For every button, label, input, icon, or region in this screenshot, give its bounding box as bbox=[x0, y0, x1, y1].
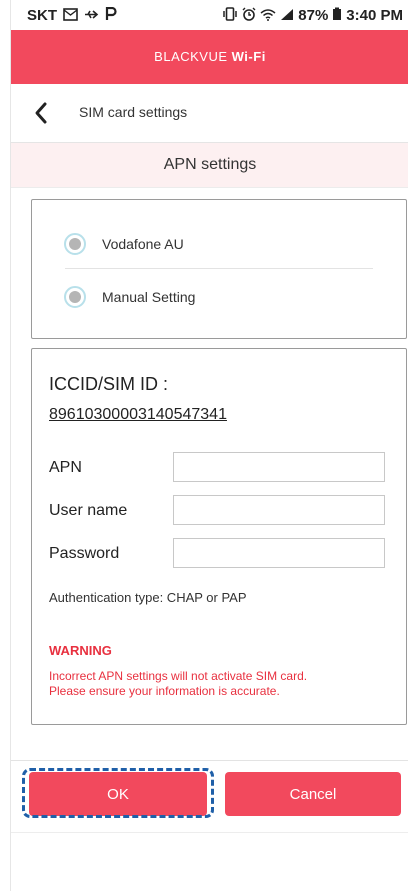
radio-button[interactable] bbox=[64, 286, 86, 308]
nav-bar: SIM card settings bbox=[11, 84, 408, 143]
apn-label: APN bbox=[49, 459, 82, 476]
username-input[interactable] bbox=[173, 495, 385, 525]
bottom-area bbox=[11, 832, 408, 892]
app-title-wifi: Wi-Fi bbox=[231, 49, 266, 64]
screen-frame bbox=[0, 0, 10, 891]
carrier-label: SKT bbox=[27, 7, 57, 24]
sim-details-box: ICCID/SIM ID : 89610300003140547341 APN … bbox=[31, 348, 407, 725]
radio-dot bbox=[69, 291, 81, 303]
p-icon bbox=[105, 6, 117, 24]
page-title: SIM card settings bbox=[79, 104, 188, 120]
iccid-label: ICCID/SIM ID : bbox=[49, 374, 169, 394]
signal-icon bbox=[280, 8, 294, 24]
status-bar: SKT 87% 3:40 PM bbox=[11, 0, 408, 30]
apn-option-label: Vodafone AU bbox=[102, 236, 184, 252]
app-title-brand: BLACKVUE bbox=[154, 49, 232, 64]
back-button[interactable] bbox=[29, 98, 55, 128]
chevron-left-icon bbox=[35, 102, 47, 124]
section-title: APN settings bbox=[163, 156, 257, 173]
apn-options-box: Vodafone AU Manual Setting bbox=[31, 199, 407, 339]
apn-input[interactable] bbox=[173, 452, 385, 482]
warning-title: WARNING bbox=[49, 643, 112, 658]
status-right: 87% 3:40 PM bbox=[222, 7, 403, 24]
radio-dot bbox=[69, 238, 81, 250]
username-label: User name bbox=[49, 502, 128, 519]
warning-text: Incorrect APN settings will not activate… bbox=[49, 669, 389, 699]
app-header: BLACKVUE Wi-Fi bbox=[11, 30, 408, 84]
warning-line-1: Incorrect APN settings will not activate… bbox=[49, 669, 308, 683]
usb-icon bbox=[84, 8, 99, 24]
battery-icon bbox=[332, 7, 342, 24]
battery-percent: 87% bbox=[298, 7, 329, 24]
alarm-icon bbox=[242, 7, 256, 24]
app-title: BLACKVUE Wi-Fi bbox=[11, 49, 408, 64]
status-left: SKT bbox=[27, 6, 117, 24]
apn-option-vodafone[interactable]: Vodafone AU bbox=[64, 226, 184, 262]
radio-button[interactable] bbox=[64, 233, 86, 255]
ok-button[interactable]: OK bbox=[29, 772, 207, 816]
iccid-value: 89610300003140547341 bbox=[49, 406, 227, 423]
apn-section-header: APN settings bbox=[11, 143, 408, 188]
apn-option-manual[interactable]: Manual Setting bbox=[64, 279, 195, 315]
password-input[interactable] bbox=[173, 538, 385, 568]
auth-type-text: Authentication type: CHAP or PAP bbox=[49, 590, 247, 605]
cancel-button[interactable]: Cancel bbox=[225, 772, 401, 816]
wifi-icon bbox=[260, 8, 276, 24]
vibrate-icon bbox=[222, 7, 238, 24]
warning-line-2: Please ensure your information is accura… bbox=[49, 684, 280, 698]
app-window: SKT 87% 3:40 PM BLACKVUE Wi-Fi SIM card … bbox=[10, 0, 408, 892]
password-label: Password bbox=[49, 545, 120, 562]
clock: 3:40 PM bbox=[346, 7, 403, 24]
apn-option-label: Manual Setting bbox=[102, 289, 196, 305]
mail-icon bbox=[63, 7, 78, 24]
divider bbox=[65, 268, 373, 269]
divider bbox=[11, 760, 408, 761]
